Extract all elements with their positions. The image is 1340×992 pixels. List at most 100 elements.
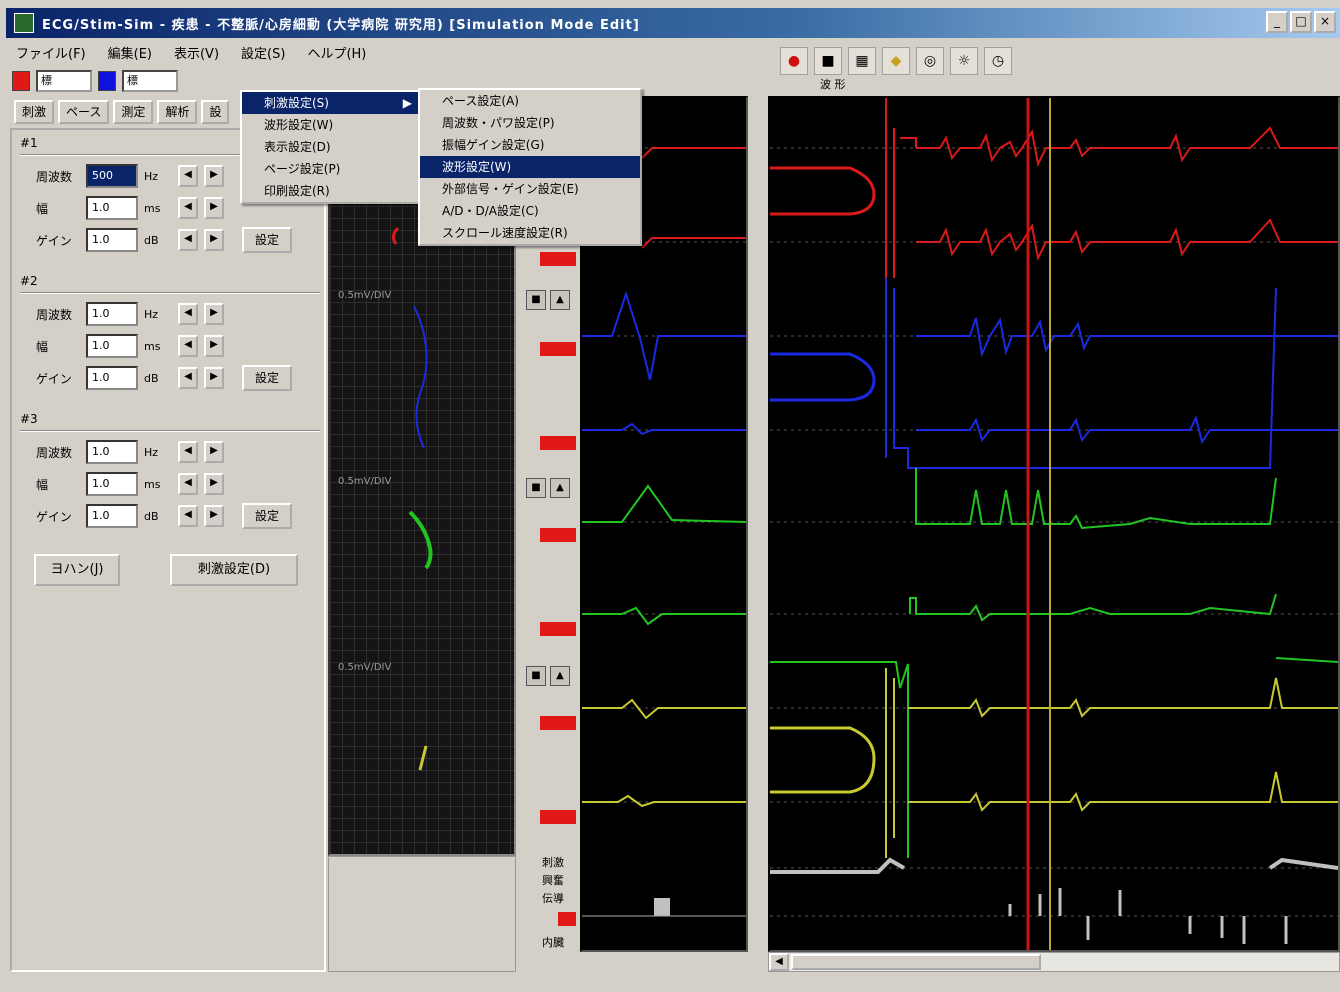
group-title: #2 bbox=[20, 274, 38, 288]
menu-view[interactable]: 表示(V) bbox=[170, 41, 223, 64]
menu-settings[interactable]: 設定(S) bbox=[237, 41, 289, 64]
tab-measure[interactable]: 測定 bbox=[113, 100, 154, 124]
combo-2[interactable]: 標 bbox=[122, 70, 178, 92]
grid-panel-footer bbox=[328, 856, 516, 972]
waveform-toolbar-label: 波 形 bbox=[820, 78, 846, 91]
increment-button[interactable]: ▶ bbox=[204, 473, 224, 495]
tab-setup[interactable]: 設 bbox=[201, 100, 230, 124]
channel-toggle[interactable]: ▲ bbox=[550, 478, 570, 498]
close-button[interactable]: × bbox=[1314, 11, 1336, 33]
scroll-thumb[interactable] bbox=[791, 954, 1041, 970]
menu-item-display-settings[interactable]: 表示設定(D) bbox=[242, 136, 418, 158]
menu-item-stim-settings[interactable]: 刺激設定(S) ▶ bbox=[242, 92, 418, 114]
param-input[interactable]: 1.0 bbox=[86, 302, 138, 326]
submenu-arrow-icon: ▶ bbox=[402, 96, 412, 110]
tab-pace[interactable]: ペース bbox=[58, 100, 110, 124]
decrement-button[interactable]: ◀ bbox=[178, 473, 198, 495]
title-bar: ECG/Stim-Sim - 疾患 - 不整脈/心房細動 (大学病院 研究用) … bbox=[6, 8, 1340, 38]
increment-button[interactable]: ▶ bbox=[204, 335, 224, 357]
channel-gain-indicator[interactable] bbox=[540, 342, 576, 356]
submenu-item[interactable]: スクロール速度設定(R) bbox=[420, 222, 640, 244]
apply-button[interactable]: ヨハン(J) bbox=[34, 554, 120, 586]
menu-file[interactable]: ファイル(F) bbox=[12, 41, 90, 64]
settings-icon[interactable]: ☼ bbox=[950, 47, 978, 75]
submenu-item[interactable]: A/D・D/A設定(C) bbox=[420, 200, 640, 222]
app-icon bbox=[14, 13, 34, 33]
increment-button[interactable]: ▶ bbox=[204, 303, 224, 325]
color-swatch-red[interactable] bbox=[12, 71, 30, 91]
channel-gain-indicator[interactable] bbox=[558, 912, 576, 926]
decrement-button[interactable]: ◀ bbox=[178, 441, 198, 463]
channel-toggle[interactable]: ■ bbox=[526, 478, 546, 498]
increment-button[interactable]: ▶ bbox=[204, 197, 224, 219]
stim-submenu: ペース設定(A) 周波数・パワ設定(P) 振幅ゲイン設定(G) 波形設定(W) … bbox=[418, 88, 642, 246]
control-panel: #1 周波数 500 Hz ◀ ▶ 幅 1.0 ms ◀ ▶ ゲイン 1.0 dB ◀ ▶ 設定 #2 周… bbox=[10, 128, 326, 972]
main-waveforms bbox=[770, 98, 1338, 950]
channel-gain-indicator[interactable] bbox=[540, 528, 576, 542]
channel-gain-indicator[interactable] bbox=[540, 252, 576, 266]
param-label: 幅 bbox=[36, 477, 49, 492]
channel-gain-indicator[interactable] bbox=[540, 716, 576, 730]
time-scrollbar[interactable]: ◀ bbox=[768, 952, 1340, 972]
decrement-button[interactable]: ◀ bbox=[178, 367, 198, 389]
submenu-item-selected[interactable]: 波形設定(W) bbox=[420, 156, 640, 178]
decrement-button[interactable]: ◀ bbox=[178, 165, 198, 187]
panel-splitter[interactable] bbox=[750, 96, 768, 952]
channel-gain-indicator[interactable] bbox=[540, 622, 576, 636]
grid-icon[interactable]: ▦ bbox=[848, 47, 876, 75]
param-input[interactable]: 1.0 bbox=[86, 366, 138, 390]
tab-stim[interactable]: 刺激 bbox=[14, 100, 55, 124]
decrement-button[interactable]: ◀ bbox=[178, 505, 198, 527]
param-input[interactable]: 1.0 bbox=[86, 228, 138, 252]
increment-button[interactable]: ▶ bbox=[204, 367, 224, 389]
channel-toggle[interactable]: ▲ bbox=[550, 666, 570, 686]
increment-button[interactable]: ▶ bbox=[204, 165, 224, 187]
channel-gain-indicator[interactable] bbox=[540, 810, 576, 824]
marker-icon[interactable]: ◆ bbox=[882, 47, 910, 75]
decrement-button[interactable]: ◀ bbox=[178, 197, 198, 219]
submenu-item[interactable]: 振幅ゲイン設定(G) bbox=[420, 134, 640, 156]
scroll-left-button[interactable]: ◀ bbox=[769, 953, 789, 971]
increment-button[interactable]: ▶ bbox=[204, 441, 224, 463]
param-unit: dB bbox=[144, 509, 159, 523]
menu-edit[interactable]: 編集(E) bbox=[104, 41, 156, 64]
color-swatch-blue[interactable] bbox=[98, 71, 116, 91]
combo-1[interactable]: 標 bbox=[36, 70, 92, 92]
grid-label: 0.5mV/DIV bbox=[338, 476, 392, 487]
set-button[interactable]: 設定 bbox=[242, 503, 292, 529]
param-input[interactable]: 500 bbox=[86, 164, 138, 188]
stim-settings-button[interactable]: 刺激設定(D) bbox=[170, 554, 298, 586]
set-button[interactable]: 設定 bbox=[242, 365, 292, 391]
param-input[interactable]: 1.0 bbox=[86, 334, 138, 358]
submenu-item[interactable]: 外部信号・ゲイン設定(E) bbox=[420, 178, 640, 200]
decrement-button[interactable]: ◀ bbox=[178, 335, 198, 357]
decrement-button[interactable]: ◀ bbox=[178, 229, 198, 251]
param-input[interactable]: 1.0 bbox=[86, 504, 138, 528]
maximize-button[interactable]: □ bbox=[1290, 11, 1312, 33]
menu-item-print-settings[interactable]: 印刷設定(R) bbox=[242, 180, 418, 202]
channel-gain-indicator[interactable] bbox=[540, 436, 576, 450]
decrement-button[interactable]: ◀ bbox=[178, 303, 198, 325]
channel-toggle[interactable]: ■ bbox=[526, 666, 546, 686]
submenu-item[interactable]: 周波数・パワ設定(P) bbox=[420, 112, 640, 134]
increment-button[interactable]: ▶ bbox=[204, 505, 224, 527]
record-icon[interactable]: ● bbox=[780, 47, 808, 75]
increment-button[interactable]: ▶ bbox=[204, 229, 224, 251]
param-label: 周波数 bbox=[36, 169, 73, 184]
param-input[interactable]: 1.0 bbox=[86, 472, 138, 496]
menu-help[interactable]: ヘルプ(H) bbox=[303, 41, 370, 64]
param-input[interactable]: 1.0 bbox=[86, 440, 138, 464]
param-input[interactable]: 1.0 bbox=[86, 196, 138, 220]
stop-icon[interactable]: ■ bbox=[814, 47, 842, 75]
channel-toggle[interactable]: ■ bbox=[526, 290, 546, 310]
menu-bar: ファイル(F) 編集(E) 表示(V) 設定(S) ヘルプ(H) bbox=[6, 40, 776, 64]
zoom-icon[interactable]: ◎ bbox=[916, 47, 944, 75]
channel-toggle[interactable]: ▲ bbox=[550, 290, 570, 310]
set-button[interactable]: 設定 bbox=[242, 227, 292, 253]
menu-item-page-settings[interactable]: ページ設定(P) bbox=[242, 158, 418, 180]
time-icon[interactable]: ◷ bbox=[984, 47, 1012, 75]
menu-item-wave-settings[interactable]: 波形設定(W) bbox=[242, 114, 418, 136]
tab-analyze[interactable]: 解析 bbox=[157, 100, 198, 124]
submenu-item[interactable]: ペース設定(A) bbox=[420, 90, 640, 112]
minimize-button[interactable]: _ bbox=[1266, 11, 1288, 33]
